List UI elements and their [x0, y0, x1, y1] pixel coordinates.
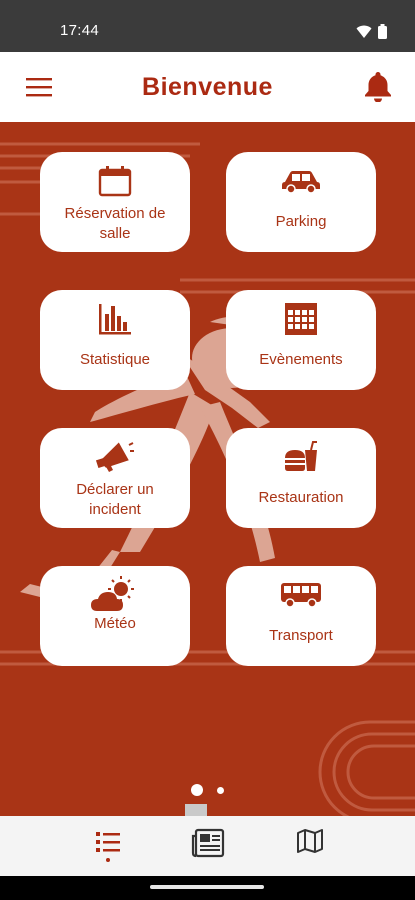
system-gesture-area	[0, 876, 415, 900]
car-icon	[281, 164, 321, 198]
battery-icon	[378, 24, 387, 39]
nav-news-button[interactable]	[188, 828, 228, 868]
notifications-button[interactable]	[363, 70, 393, 103]
bell-icon	[365, 72, 391, 103]
home-gesture-bar[interactable]	[150, 885, 264, 889]
tile-transport[interactable]: Transport	[226, 566, 376, 666]
active-indicator	[106, 858, 110, 862]
events-grid-icon	[284, 302, 318, 336]
tile-label: Restauration	[258, 489, 344, 506]
sun-cloud-icon	[91, 576, 139, 612]
tile-label: Statistique	[79, 351, 151, 368]
tile-label: Météo	[94, 615, 136, 632]
page-dot[interactable]	[217, 786, 224, 794]
wifi-icon	[356, 25, 372, 38]
tile-evenements[interactable]: Evènements	[226, 290, 376, 390]
tile-restauration[interactable]: Restauration	[226, 428, 376, 528]
nav-list-button[interactable]	[88, 828, 128, 868]
bottom-navigation	[0, 816, 415, 876]
tile-label: Réservation de salle	[64, 205, 166, 242]
page-title: Bienvenue	[142, 73, 273, 101]
tile-label: Parking	[275, 213, 327, 230]
calendar-icon	[97, 164, 133, 198]
burger-drink-icon	[283, 440, 319, 474]
list-icon	[96, 832, 120, 852]
bus-icon	[280, 578, 322, 612]
tile-label: Transport	[269, 627, 333, 644]
tile-label: Evènements	[259, 351, 343, 368]
tile-meteo[interactable]: Météo	[40, 566, 190, 666]
status-bar: 17:44	[0, 0, 415, 52]
page-dot-active[interactable]	[191, 784, 203, 796]
tile-label: Déclarer un incident	[76, 481, 154, 518]
status-icons	[356, 24, 387, 39]
page-indicator	[0, 784, 415, 796]
tile-parking[interactable]: Parking	[226, 152, 376, 252]
tile-statistique[interactable]: Statistique	[40, 290, 190, 390]
nav-map-button[interactable]	[290, 828, 330, 868]
bar-chart-icon	[97, 302, 133, 336]
status-time: 17:44	[60, 22, 100, 39]
dashboard-panel: Réservation de salle Parking Statistique…	[0, 122, 415, 816]
megaphone-icon	[95, 440, 135, 474]
tile-declarer-incident[interactable]: Déclarer un incident	[40, 428, 190, 528]
newspaper-icon	[191, 828, 225, 858]
map-icon	[297, 829, 323, 853]
scroll-handle	[185, 804, 207, 816]
tile-reservation-salle[interactable]: Réservation de salle	[40, 152, 190, 252]
app-header: Bienvenue	[0, 52, 415, 122]
